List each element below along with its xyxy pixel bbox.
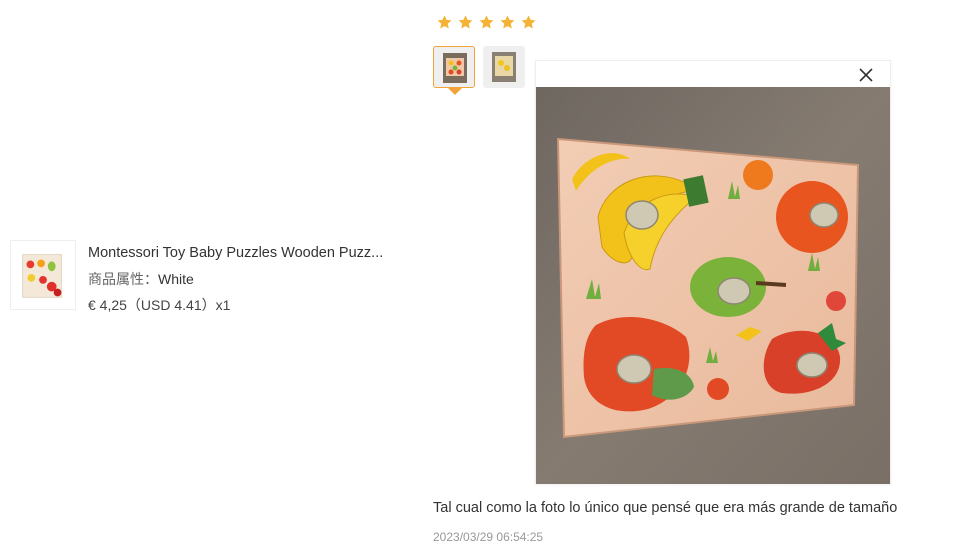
product-summary: Montessori Toy Baby Puzzles Wooden Puzz.… (10, 240, 408, 314)
review-thumbnail-1[interactable] (433, 46, 475, 95)
review-text: Tal cual como la foto lo único que pensé… (433, 500, 898, 516)
review-photo (536, 87, 890, 484)
attribute-label: 商品属性： (88, 271, 158, 287)
active-thumbnail-caret (448, 88, 462, 95)
product-thumbnail[interactable] (10, 240, 76, 310)
product-price: € 4,25（USD 4.41）x1 (88, 297, 231, 313)
product-title[interactable]: Montessori Toy Baby Puzzles Wooden Puzz.… (88, 244, 408, 262)
product-image (11, 241, 75, 309)
product-attribute: 商品属性：White (88, 271, 408, 288)
star-icon (479, 15, 494, 29)
star-icon (437, 15, 452, 29)
star-icon (458, 15, 473, 29)
review-thumbnail-image (443, 53, 467, 83)
review-thumbnail-image (492, 52, 516, 82)
review-date: 2023/03/29 06:54:25 (433, 530, 544, 544)
review-image-viewer (535, 60, 891, 484)
star-icon (521, 15, 536, 29)
review-thumbnail-2[interactable] (483, 46, 525, 88)
rating-stars (436, 14, 537, 31)
review-image-thumbnails (433, 46, 525, 95)
close-icon[interactable] (856, 65, 876, 85)
attribute-value: White (158, 271, 194, 287)
star-icon (500, 15, 515, 29)
